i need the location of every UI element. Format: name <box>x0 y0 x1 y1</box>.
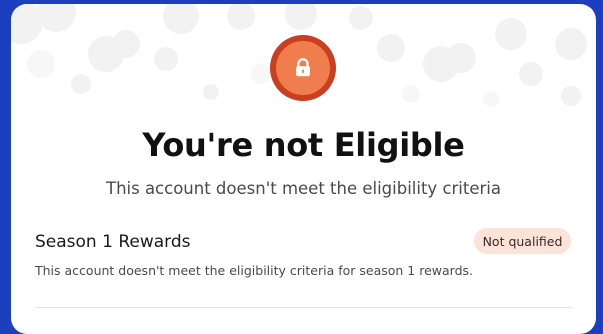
rewards-description: This account doesn't meet the eligibilit… <box>35 263 474 278</box>
eligibility-dialog: You're not Eligible This account doesn't… <box>11 4 596 334</box>
lock-badge <box>270 35 336 101</box>
lock-badge-inner <box>276 41 330 95</box>
status-badge: Not qualified <box>474 228 571 254</box>
dialog-subtitle: This account doesn't meet the eligibilit… <box>105 179 501 198</box>
lock-icon <box>296 58 310 77</box>
divider <box>35 307 571 308</box>
rewards-title: Season 1 Rewards <box>35 232 191 252</box>
dialog-title: You're not Eligible <box>142 126 465 164</box>
